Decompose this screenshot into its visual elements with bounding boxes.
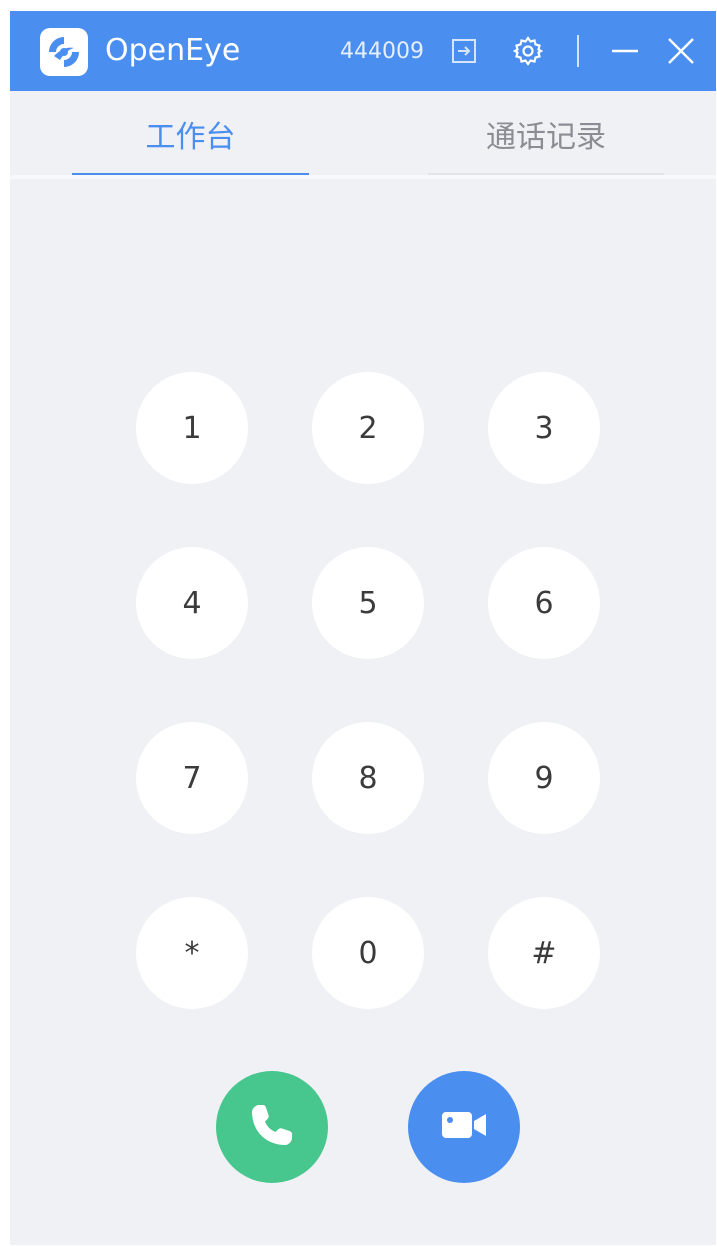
app-title: OpenEye <box>105 33 241 68</box>
key-hash[interactable]: # <box>488 897 600 1009</box>
tab-workbench[interactable]: 工作台 <box>72 91 309 177</box>
minimize-icon[interactable] <box>609 35 641 67</box>
gear-icon[interactable] <box>512 35 544 67</box>
key-2[interactable]: 2 <box>312 372 424 484</box>
video-camera-icon <box>438 1099 490 1155</box>
key-3[interactable]: 3 <box>488 372 600 484</box>
video-call-button[interactable] <box>408 1071 520 1183</box>
close-icon[interactable] <box>665 35 697 67</box>
audio-call-button[interactable] <box>216 1071 328 1183</box>
key-0[interactable]: 0 <box>312 897 424 1009</box>
app-window: OpenEye 444009 工作台 通话记录 1 2 3 4 5 6 7 8 … <box>10 11 716 1245</box>
key-8[interactable]: 8 <box>312 722 424 834</box>
app-logo-icon <box>40 28 88 76</box>
key-4[interactable]: 4 <box>136 547 248 659</box>
key-9[interactable]: 9 <box>488 722 600 834</box>
key-star[interactable]: * <box>136 897 248 1009</box>
logout-icon[interactable] <box>448 35 480 67</box>
key-7[interactable]: 7 <box>136 722 248 834</box>
key-5[interactable]: 5 <box>312 547 424 659</box>
title-bar: OpenEye 444009 <box>10 11 716 91</box>
tab-call-history[interactable]: 通话记录 <box>428 91 664 177</box>
phone-icon <box>246 1099 298 1155</box>
tab-bar: 工作台 通话记录 <box>10 91 716 177</box>
key-6[interactable]: 6 <box>488 547 600 659</box>
tab-divider <box>10 175 716 179</box>
key-1[interactable]: 1 <box>136 372 248 484</box>
titlebar-separator <box>577 35 579 67</box>
user-id: 444009 <box>340 39 424 64</box>
